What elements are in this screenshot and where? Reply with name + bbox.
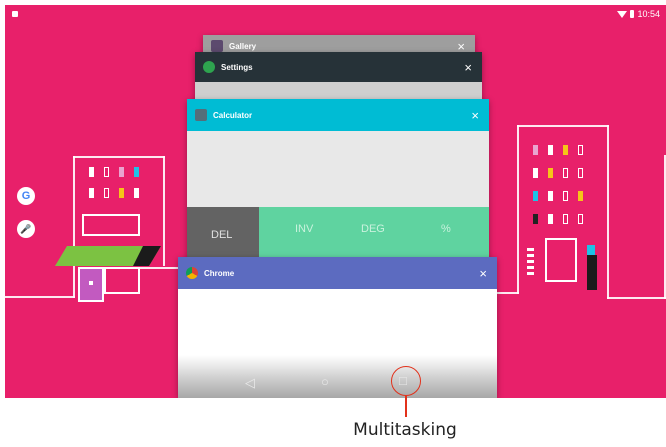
wifi-icon <box>617 10 628 18</box>
settings-gear-icon <box>203 61 215 73</box>
notification-icon <box>12 11 18 17</box>
window <box>104 167 109 177</box>
wallpaper-line <box>5 296 75 298</box>
chrome-icon <box>186 267 198 279</box>
calculator-icon <box>195 109 207 121</box>
card-header: Settings × <box>195 52 482 82</box>
wallpaper-line <box>607 297 666 299</box>
status-bar: 10:54 <box>5 5 666 25</box>
mic-glyph: 🎤 <box>20 223 32 234</box>
wallpaper-line <box>73 156 75 298</box>
multitasking-highlight <box>391 366 421 396</box>
window <box>89 188 94 198</box>
status-time: 10:54 <box>637 9 660 19</box>
mic-icon[interactable]: 🎤 <box>17 220 35 238</box>
back-button[interactable]: ◁ <box>245 375 255 391</box>
status-indicators: 10:54 <box>617 9 660 19</box>
tablet-screen: 10:54 G 🎤 Gallery × Settings × Calculato… <box>5 5 666 398</box>
wallpaper-block <box>587 245 595 255</box>
window <box>134 167 139 177</box>
wallpaper-block <box>587 255 597 290</box>
card-title: Gallery <box>229 41 257 51</box>
gallery-icon <box>211 40 223 52</box>
window <box>548 145 553 155</box>
wallpaper-line <box>163 156 165 266</box>
window <box>548 191 553 201</box>
window <box>578 191 583 201</box>
window <box>578 214 583 224</box>
wallpaper-door <box>545 238 577 282</box>
window <box>563 145 568 155</box>
recent-card-calculator[interactable]: Calculator × DEL INV DEG % <box>187 99 489 261</box>
wallpaper-line <box>73 156 165 158</box>
window <box>578 168 583 178</box>
close-icon[interactable]: × <box>471 109 479 122</box>
wallpaper-window <box>104 267 140 294</box>
calc-key-inv[interactable]: INV <box>295 223 313 235</box>
window <box>548 168 553 178</box>
home-button[interactable]: ○ <box>321 374 329 389</box>
window <box>548 214 553 224</box>
window <box>533 214 538 224</box>
card-title: Chrome <box>204 268 235 278</box>
door-knob <box>89 281 93 285</box>
window <box>533 191 538 201</box>
card-title: Settings <box>221 62 253 72</box>
card-header: Chrome × <box>178 257 497 289</box>
calc-key-del[interactable]: DEL <box>211 229 232 241</box>
window <box>563 191 568 201</box>
calc-key-deg[interactable]: DEG <box>361 223 385 235</box>
card-header: Calculator × <box>187 99 489 131</box>
battery-icon <box>630 10 635 18</box>
calc-key-percent[interactable]: % <box>441 223 451 235</box>
callout-label: Multitasking <box>353 420 457 440</box>
window <box>578 145 583 155</box>
wallpaper-line <box>517 125 519 294</box>
window <box>563 168 568 178</box>
wallpaper-line <box>140 267 180 269</box>
google-glyph: G <box>21 190 31 202</box>
callout-line <box>405 396 407 417</box>
google-search-icon[interactable]: G <box>17 187 35 205</box>
window <box>533 168 538 178</box>
window <box>533 145 538 155</box>
wallpaper-awning <box>55 246 161 266</box>
close-icon[interactable]: × <box>479 267 487 280</box>
window <box>119 188 124 198</box>
window <box>134 188 139 198</box>
wallpaper-line <box>607 125 609 299</box>
close-icon[interactable]: × <box>457 40 465 53</box>
card-title: Calculator <box>213 110 253 120</box>
window <box>104 188 109 198</box>
wallpaper-line <box>517 125 609 127</box>
window <box>89 167 94 177</box>
window <box>119 167 124 177</box>
navigation-bar: ◁ ○ □ <box>178 355 497 398</box>
close-icon[interactable]: × <box>464 61 472 74</box>
window <box>563 214 568 224</box>
wallpaper-stripes <box>527 248 534 275</box>
wallpaper-sign <box>82 214 140 236</box>
